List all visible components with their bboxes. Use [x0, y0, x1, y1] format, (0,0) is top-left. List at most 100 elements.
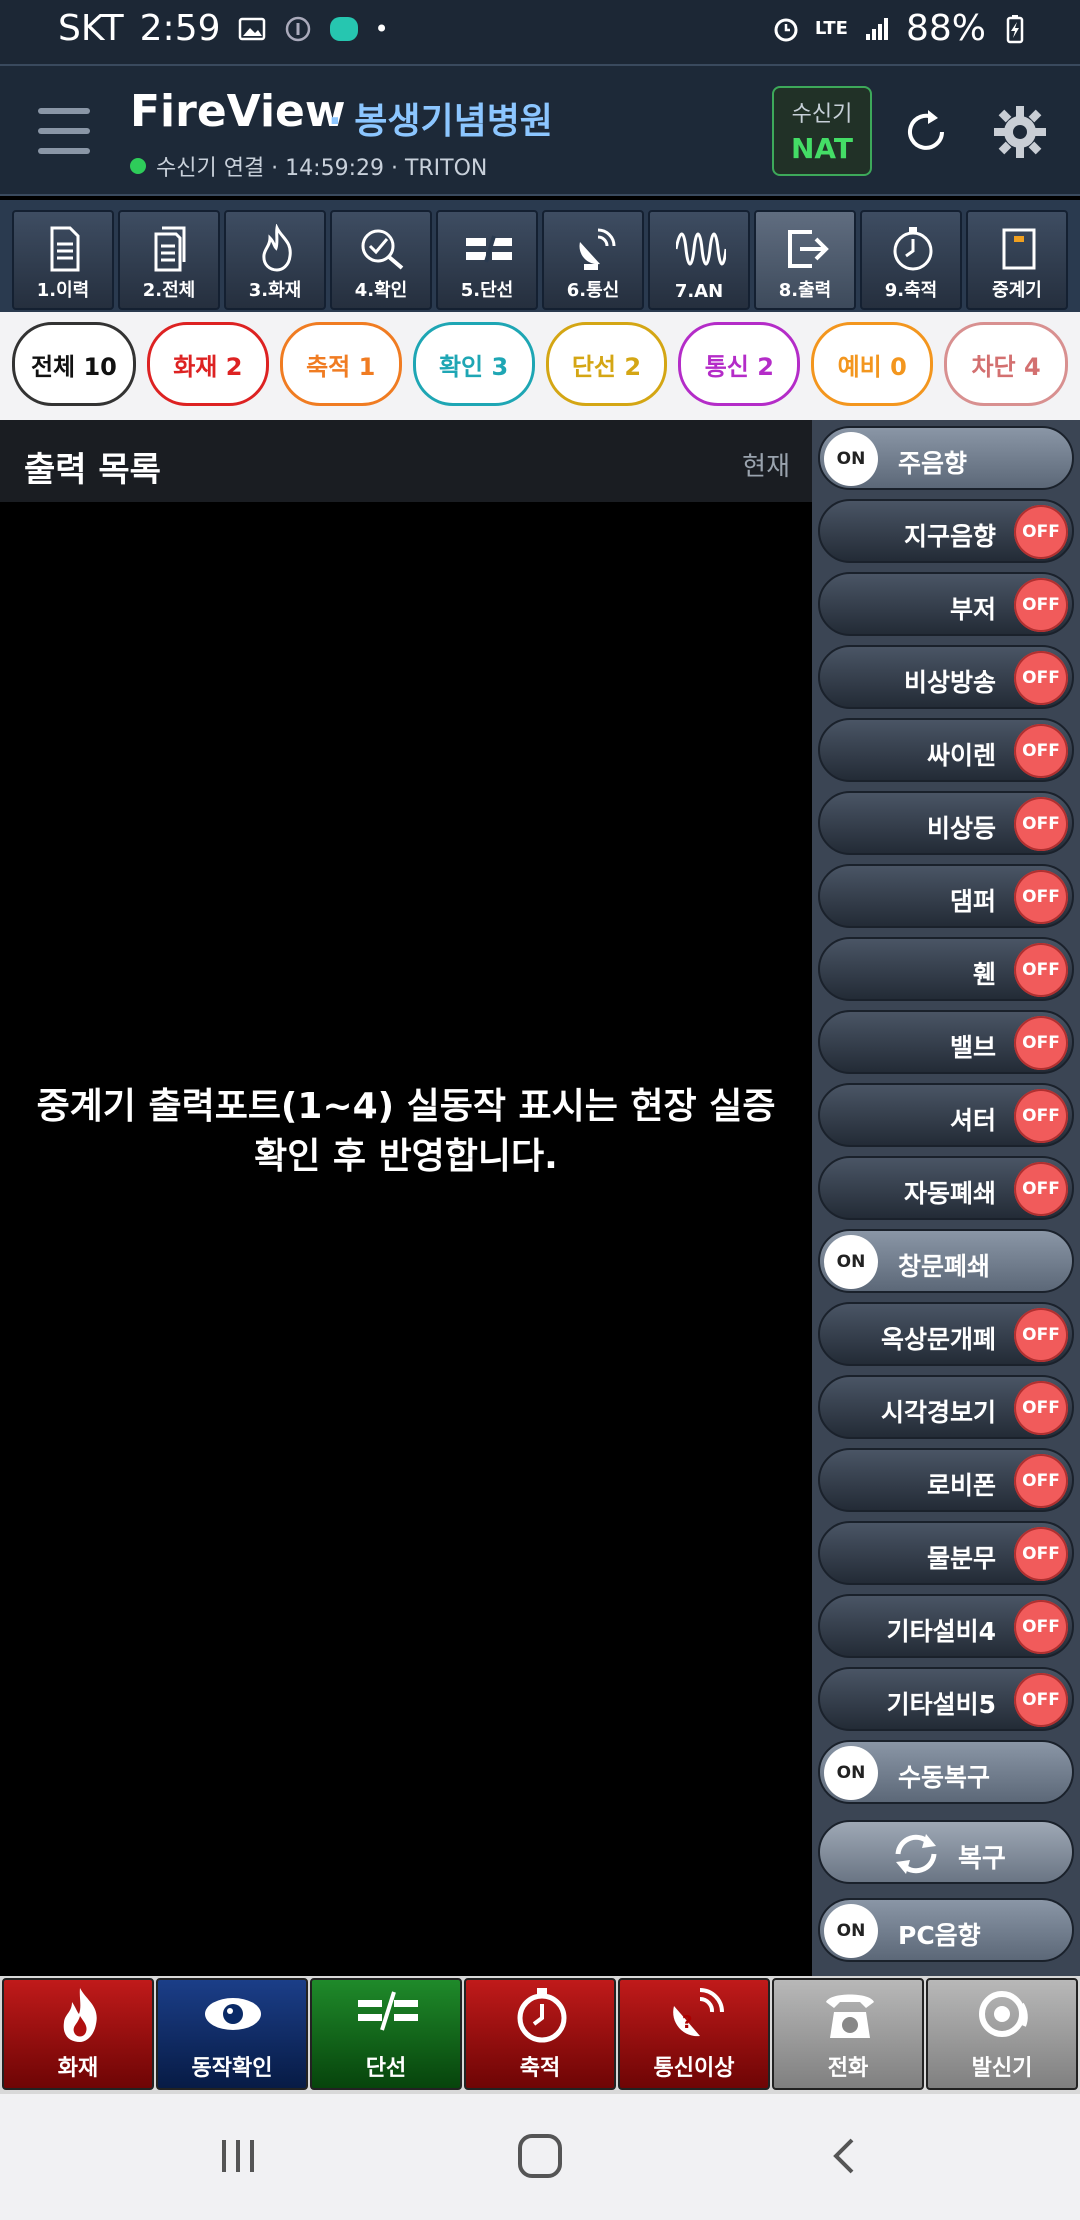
action-label: 축적 — [519, 2056, 561, 2081]
sync-icon — [895, 1834, 937, 1874]
tool-label: 중계기 — [992, 280, 1042, 301]
action-telephone[interactable]: 전화 — [772, 1978, 924, 2090]
recent-apps-icon[interactable] — [198, 2124, 278, 2188]
receiver-value: NAT — [790, 132, 854, 165]
toggle-label: 수동복구 — [898, 1763, 991, 1792]
tool-label: 8.출력 — [778, 280, 832, 301]
action-comm-error[interactable]: ? 통신이상 — [618, 1978, 770, 2090]
toggle-damper[interactable]: 댐퍼 OFF — [818, 864, 1074, 928]
toggle-buzzer[interactable]: 부저 OFF — [818, 572, 1074, 636]
tool-all[interactable]: 2.전체 — [118, 210, 220, 310]
toggle-valve[interactable]: 밸브 OFF — [818, 1010, 1074, 1074]
toggle-auto-close[interactable]: 자동폐쇄 OFF — [818, 1156, 1074, 1220]
toggle-rooftop-door[interactable]: 옥상문개폐 OFF — [818, 1302, 1074, 1366]
filter-disconnect[interactable]: 단선 2 — [545, 322, 668, 406]
filter-spare[interactable]: 예비 0 — [811, 322, 934, 406]
filter-block[interactable]: 차단 4 — [944, 322, 1068, 406]
tool-history[interactable]: 1.이력 — [12, 210, 114, 310]
connection-text: 수신기 연결 · 14:59:29 · TRITON — [156, 156, 488, 181]
action-label: 통신이상 — [653, 2056, 735, 2081]
toggle-label: 비상등 — [926, 814, 996, 843]
toggle-knob: ON — [824, 432, 878, 486]
tool-label: 5.단선 — [460, 280, 514, 301]
tool-comm[interactable]: 6.통신 — [542, 210, 644, 310]
category-toolbar: 1.이력 2.전체 3.화재 4.확인 5.단선 6.통신 7.AN 8.출력 — [0, 200, 1080, 312]
documents-icon — [154, 226, 186, 272]
tool-disconnect[interactable]: 5.단선 — [436, 210, 538, 310]
relay-icon — [1002, 228, 1036, 270]
toggle-zone-sound[interactable]: 지구음향 OFF — [818, 499, 1074, 563]
toggle-pc-sound[interactable]: ON PC음향 — [818, 1898, 1074, 1962]
toggle-knob: ON — [824, 1904, 878, 1958]
tool-an[interactable]: 7.AN — [648, 210, 750, 310]
filter-accumulate[interactable]: 축적 1 — [279, 322, 402, 406]
restore-label: 복구 — [958, 1844, 1006, 1874]
toggle-other-equip-5[interactable]: 기타설비5 OFF — [818, 1667, 1074, 1731]
toggle-knob: OFF — [1014, 1381, 1068, 1435]
tool-fire[interactable]: 3.화재 — [224, 210, 326, 310]
action-transmitter[interactable]: 발신기 — [926, 1978, 1078, 2090]
tool-label: 6.통신 — [566, 280, 620, 301]
broken-wire-icon — [358, 1991, 418, 2031]
toggle-emergency-broadcast[interactable]: 비상방송 OFF — [818, 645, 1074, 709]
output-icon — [788, 230, 829, 268]
back-icon[interactable] — [804, 2124, 884, 2188]
toggle-window-close[interactable]: ON 창문폐쇄 — [818, 1229, 1074, 1293]
restore-button[interactable]: 복구 — [818, 1820, 1074, 1884]
tool-output[interactable]: 8.출력 — [754, 210, 856, 310]
action-operation-check[interactable]: 동작확인 — [156, 1978, 308, 2090]
action-accumulate[interactable]: 축적 — [464, 1978, 616, 2090]
tool-check[interactable]: 4.확인 — [330, 210, 432, 310]
tool-relay[interactable]: 중계기 — [966, 210, 1068, 310]
toggle-fan[interactable]: 휀 OFF — [818, 937, 1074, 1001]
toggle-knob: OFF — [1014, 1527, 1068, 1581]
toggle-label: PC음향 — [898, 1921, 981, 1950]
satellite-dish-icon — [579, 228, 616, 270]
toggle-lobby-phone[interactable]: 로비폰 OFF — [818, 1448, 1074, 1512]
toggle-water-spray[interactable]: 물분무 OFF — [818, 1521, 1074, 1585]
clock: 2:59 — [139, 8, 221, 49]
toggle-label: 휀 — [972, 960, 996, 989]
bell-icon — [979, 1991, 1028, 2037]
action-disconnect[interactable]: 단선 — [310, 1978, 462, 2090]
toggle-knob: OFF — [1014, 1162, 1068, 1216]
carrier-label: SKT — [58, 8, 124, 49]
toggle-main-sound[interactable]: ON 주음향 — [818, 426, 1074, 490]
toggle-label: 밸브 — [949, 1033, 996, 1062]
hamburger-menu-icon[interactable] — [38, 108, 90, 154]
document-icon — [50, 226, 80, 272]
toggle-visual-alarm[interactable]: 시각경보기 OFF — [818, 1375, 1074, 1439]
toggle-emergency-light[interactable]: 비상등 OFF — [818, 791, 1074, 855]
toggle-label: 창문폐쇄 — [898, 1252, 991, 1281]
toggle-label: 싸이렌 — [926, 741, 996, 770]
tool-accumulate[interactable]: 9.축적 — [860, 210, 962, 310]
filter-check[interactable]: 확인 3 — [412, 322, 535, 406]
toggle-knob: OFF — [1014, 505, 1068, 559]
toggle-knob: ON — [824, 1746, 878, 1800]
toggle-label: 부저 — [949, 595, 996, 624]
toggle-label: 주음향 — [898, 449, 968, 478]
tool-label: 9.축적 — [884, 280, 938, 301]
toggle-label: 지구음향 — [903, 522, 996, 551]
toggle-label: 시각경보기 — [880, 1398, 996, 1427]
action-fire[interactable]: 화재 — [2, 1978, 154, 2090]
refresh-icon[interactable] — [898, 104, 954, 160]
toggle-knob: OFF — [1014, 1600, 1068, 1654]
toggle-other-equip-4[interactable]: 기타설비4 OFF — [818, 1594, 1074, 1658]
toggle-manual-restore[interactable]: ON 수동복구 — [818, 1740, 1074, 1804]
toggle-shutter[interactable]: 셔터 OFF — [818, 1083, 1074, 1147]
filter-all[interactable]: 전체 10 — [12, 322, 136, 406]
output-list-header: 출력 목록 현재 — [0, 420, 812, 502]
flame-icon — [262, 224, 292, 272]
receiver-mode-badge[interactable]: 수신기 NAT — [772, 86, 872, 176]
gear-icon[interactable] — [990, 102, 1050, 162]
toggle-label: 셔터 — [949, 1106, 996, 1135]
home-icon[interactable] — [500, 2124, 580, 2188]
app-header: FireView · 봉생기념병원 수신기 연결 · 14:59:29 · TR… — [0, 64, 1080, 196]
status-bar: SKT 2:59 • LTE 88% — [0, 0, 1080, 64]
filter-comm[interactable]: 통신 2 — [678, 322, 801, 406]
toggle-siren[interactable]: 싸이렌 OFF — [818, 718, 1074, 782]
system-nav-bar — [0, 2094, 1080, 2220]
list-title: 출력 목록 — [24, 450, 161, 490]
filter-fire[interactable]: 화재 2 — [146, 322, 269, 406]
